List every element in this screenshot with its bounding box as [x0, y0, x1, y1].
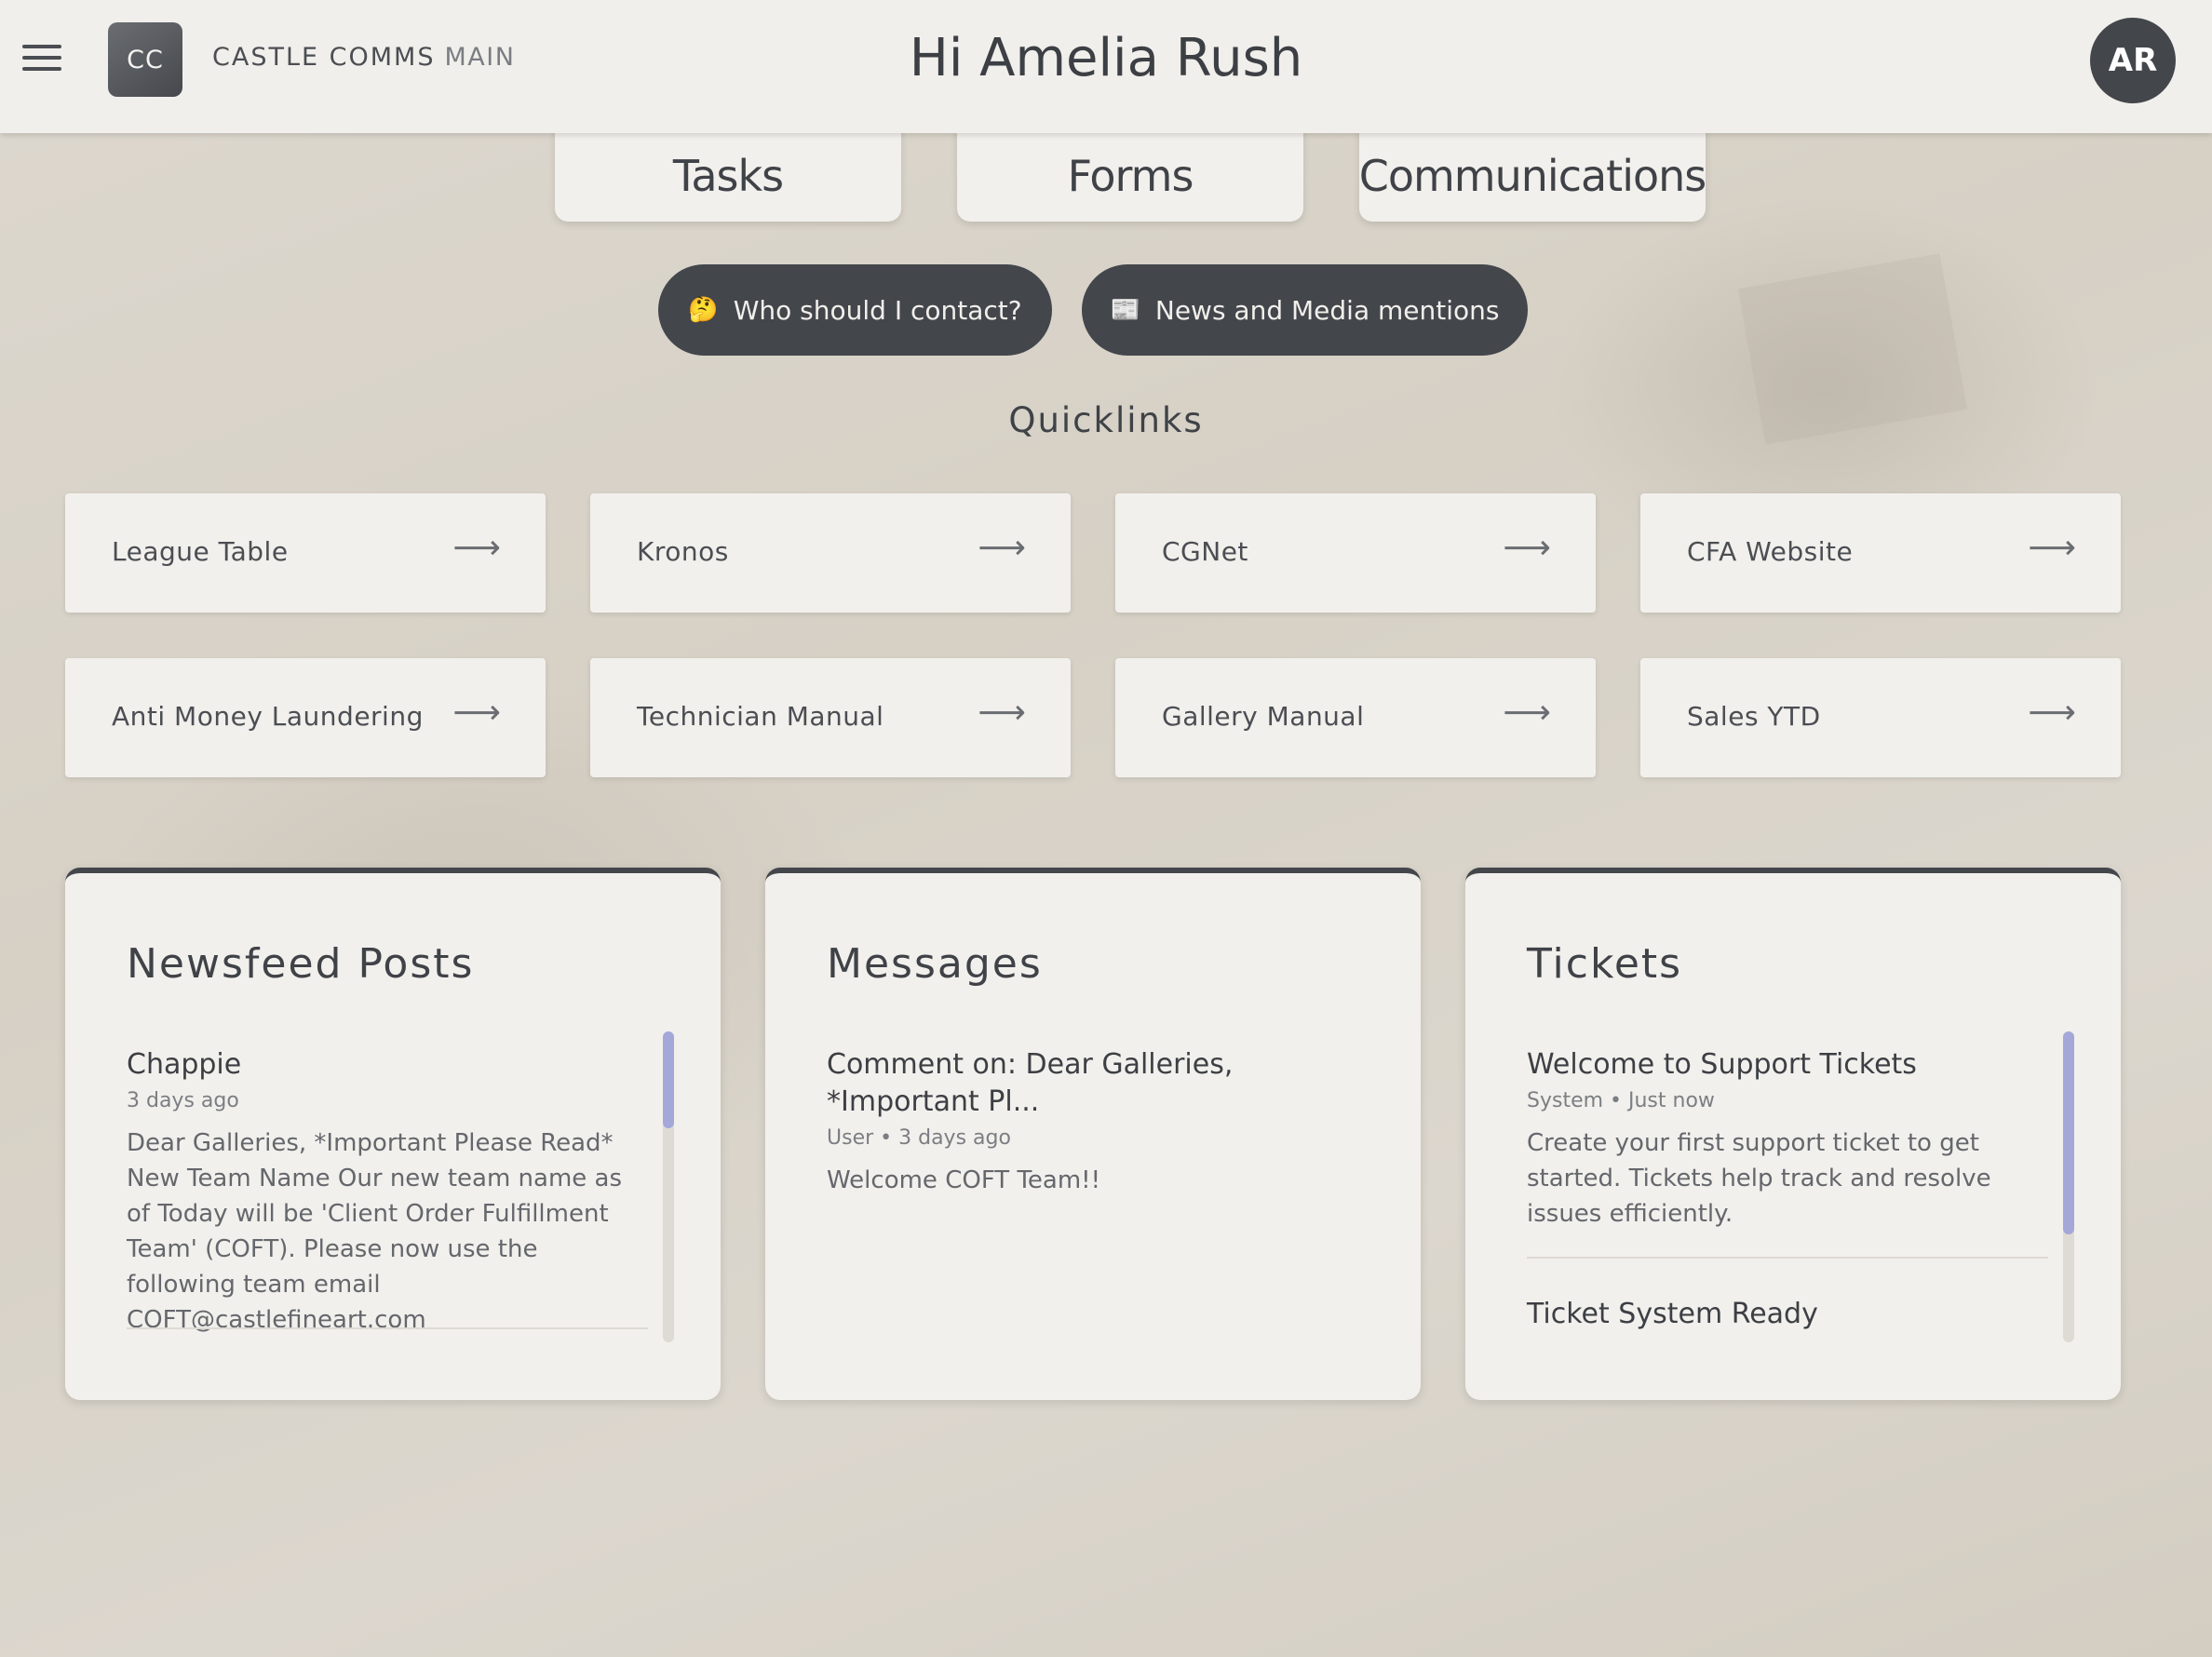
quicklink-technician-manual[interactable]: Technician Manual ⟶: [590, 658, 1071, 777]
arrow-right-icon: ⟶: [1503, 529, 1551, 567]
message-title: Comment on: Dear Galleries, *Important P…: [827, 1048, 1234, 1118]
arrow-right-icon: ⟶: [452, 694, 501, 732]
quicklink-kronos[interactable]: Kronos ⟶: [590, 493, 1071, 613]
newspaper-icon: 📰: [1110, 296, 1140, 324]
panel-title: Messages: [827, 940, 1043, 988]
ticket-meta: System • Just now: [1527, 1089, 1715, 1112]
pill-label: Who should I contact?: [733, 294, 1022, 326]
scrollbar-thumb[interactable]: [2063, 1031, 2074, 1234]
arrow-right-icon: ⟶: [2028, 529, 2076, 567]
quicklink-gallery-manual[interactable]: Gallery Manual ⟶: [1115, 658, 1596, 777]
post-title: Chappie: [127, 1048, 242, 1081]
arrow-right-icon: ⟶: [452, 529, 501, 567]
quicklink-label: Gallery Manual: [1162, 701, 1365, 732]
quicklink-label: Technician Manual: [637, 701, 884, 732]
arrow-right-icon: ⟶: [2028, 694, 2076, 732]
message-body: Welcome COFT Team!!: [827, 1166, 1101, 1194]
news-and-media-button[interactable]: 📰 News and Media mentions: [1082, 264, 1528, 356]
background-photo: [0, 0, 2212, 1657]
panel-title: Tickets: [1527, 940, 1683, 988]
top-header: CC CASTLE COMMS MAIN Hi Amelia Rush AR: [0, 0, 2212, 133]
page-greeting: Hi Amelia Rush: [909, 28, 1303, 88]
user-avatar[interactable]: AR: [2090, 18, 2176, 103]
pill-label: News and Media mentions: [1154, 294, 1500, 326]
newsfeed-post[interactable]: Chappie 3 days ago Dear Galleries, *Impo…: [127, 1046, 648, 1338]
arrow-right-icon: ⟶: [978, 694, 1026, 732]
quicklink-cgnet[interactable]: CGNet ⟶: [1115, 493, 1596, 613]
arrow-right-icon: ⟶: [978, 529, 1026, 567]
quicklink-sales-ytd[interactable]: Sales YTD ⟶: [1640, 658, 2121, 777]
post-body: Dear Galleries, *Important Please Read* …: [127, 1129, 623, 1334]
quicklink-label: Anti Money Laundering: [112, 701, 424, 732]
quicklink-league-table[interactable]: League Table ⟶: [65, 493, 546, 613]
thinking-face-icon: 🤔: [688, 296, 719, 324]
ticket-body: Create your first support ticket to get …: [1527, 1129, 1991, 1228]
quicklink-label: CFA Website: [1687, 536, 1854, 567]
newsfeed-panel: Newsfeed Posts Chappie 3 days ago Dear G…: [65, 868, 721, 1400]
quicklink-label: League Table: [112, 536, 289, 567]
ticket-item[interactable]: Welcome to Support Tickets System • Just…: [1527, 1046, 2048, 1232]
quicklink-label: Sales YTD: [1687, 701, 1821, 732]
divider: [127, 1327, 648, 1329]
tab-label: Tasks: [672, 151, 784, 201]
scrollbar[interactable]: [663, 1031, 674, 1342]
ticket-title: Ticket System Ready: [1527, 1298, 1818, 1330]
ticket-item[interactable]: Ticket System Ready: [1527, 1296, 2048, 1333]
message-item[interactable]: Comment on: Dear Galleries, *Important P…: [827, 1046, 1367, 1198]
quicklinks-title: Quicklinks: [1008, 400, 1204, 440]
divider: [1527, 1257, 2048, 1259]
who-should-i-contact-button[interactable]: 🤔 Who should I contact?: [658, 264, 1052, 356]
arrow-right-icon: ⟶: [1503, 694, 1551, 732]
scrollbar-thumb[interactable]: [663, 1031, 674, 1128]
tab-label: Communications: [1358, 151, 1707, 201]
post-meta: 3 days ago: [127, 1089, 239, 1112]
quicklink-label: CGNet: [1162, 536, 1248, 567]
quicklink-anti-money-laundering[interactable]: Anti Money Laundering ⟶: [65, 658, 546, 777]
quicklink-cfa-website[interactable]: CFA Website ⟶: [1640, 493, 2121, 613]
tickets-panel: Tickets Welcome to Support Tickets Syste…: [1465, 868, 2121, 1400]
panel-title: Newsfeed Posts: [127, 940, 475, 988]
scrollbar[interactable]: [2063, 1031, 2074, 1342]
messages-panel: Messages Comment on: Dear Galleries, *Im…: [765, 868, 1421, 1400]
tab-label: Forms: [1067, 151, 1194, 201]
message-meta: User • 3 days ago: [827, 1126, 1011, 1150]
quicklink-label: Kronos: [637, 536, 729, 567]
ticket-title: Welcome to Support Tickets: [1527, 1048, 1917, 1081]
